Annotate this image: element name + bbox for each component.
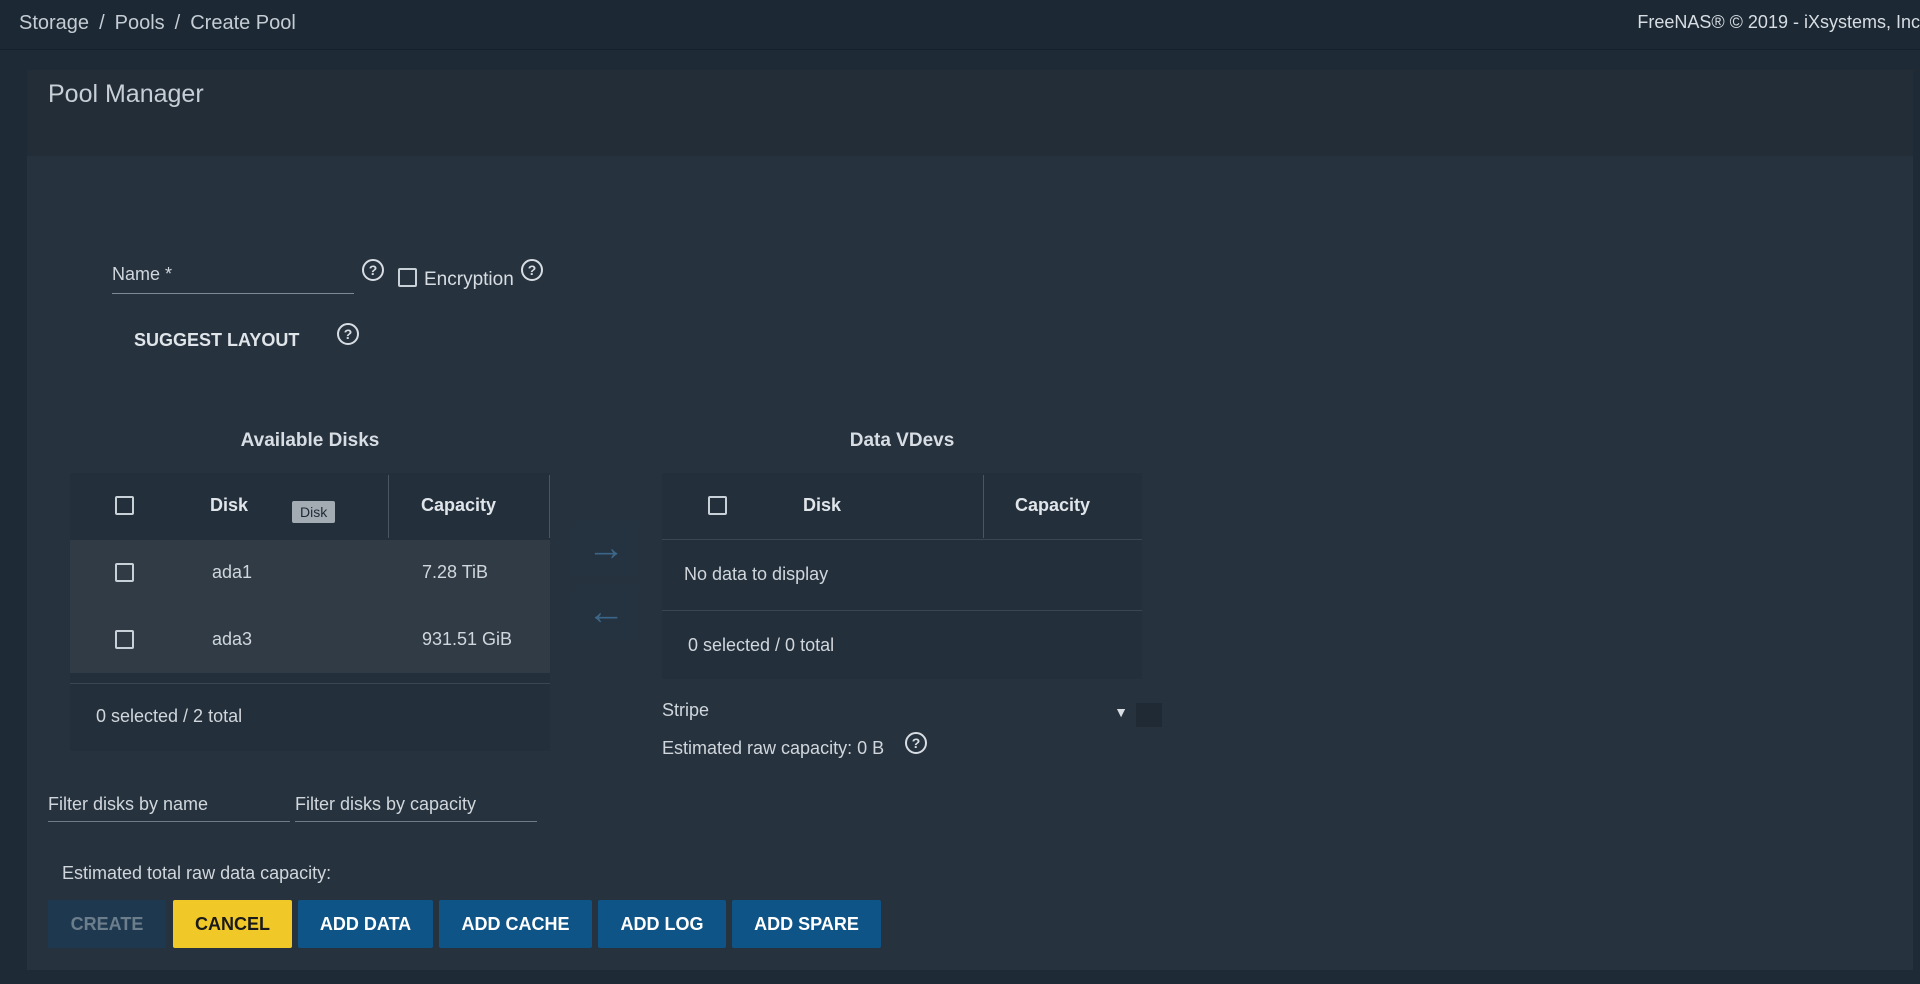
select-all-checkbox[interactable] [115,496,134,515]
available-disks-heading: Available Disks [240,430,380,451]
breadcrumb-separator: / [174,12,181,34]
disk-name: ada1 [212,562,253,582]
help-circle-icon[interactable]: ? [905,732,927,754]
breadcrumb-storage[interactable]: Storage [19,12,89,35]
add-data-button[interactable]: ADD DATA [298,900,433,948]
breadcrumb-pools[interactable]: Pools [115,12,165,35]
filter-disks-by-capacity-input[interactable]: Filter disks by capacity [295,790,537,822]
column-divider [549,475,550,538]
table-row[interactable]: ada1 7.28 TiB [70,540,550,606]
add-spare-button[interactable]: ADD SPARE [732,900,881,948]
divider [662,539,1142,540]
disk-capacity: 7.28 TiB [422,562,489,582]
vdev-layout-select[interactable]: Stripe ▼ [662,700,1128,730]
encryption-checkbox[interactable] [398,268,417,287]
divider [662,610,1142,611]
column-header-capacity[interactable]: Capacity [1015,495,1090,516]
divider [70,683,550,684]
empty-table-message: No data to display [684,564,829,584]
row-checkbox[interactable] [115,563,134,582]
disk-capacity: 931.51 GiB [422,629,513,649]
cancel-button[interactable]: CANCEL [173,900,292,948]
filter-capacity-placeholder: Filter disks by capacity [295,794,477,814]
help-circle-icon[interactable]: ? [362,259,384,281]
column-header-capacity[interactable]: Capacity [421,495,496,516]
column-header-disk[interactable]: Disk [803,495,841,516]
pool-name-label: Name * [112,264,173,284]
column-header-disk[interactable]: Disk [210,495,248,516]
disk-tooltip: Disk [292,501,336,523]
vdev-layout-value: Stripe [662,700,710,720]
row-checkbox[interactable] [115,630,134,649]
remove-vdev-button[interactable] [1136,703,1162,727]
caret-down-icon: ▼ [1114,704,1128,720]
add-cache-button[interactable]: ADD CACHE [439,900,592,948]
help-circle-icon[interactable]: ? [521,259,543,281]
create-button[interactable]: CREATE [48,900,166,948]
filter-disks-by-name-input[interactable]: Filter disks by name [48,790,290,822]
page-title: Pool Manager [48,80,204,108]
arrow-left-icon[interactable]: ← [574,585,638,641]
select-all-checkbox[interactable] [708,496,727,515]
estimated-total-capacity: Estimated total raw data capacity: [62,863,332,883]
help-circle-icon[interactable]: ? [337,323,359,345]
pool-name-input[interactable]: Name * [112,264,354,294]
breadcrumb-create-pool: Create Pool [190,12,296,34]
disk-name: ada3 [212,629,253,649]
top-bar: Storage / Pools / Create Pool FreeNAS® ©… [0,0,1920,50]
column-divider[interactable] [388,475,389,538]
table-row[interactable]: ada3 931.51 GiB [70,607,550,673]
available-disks-footer: 0 selected / 2 total [96,706,243,726]
data-vdevs-footer: 0 selected / 0 total [688,635,835,655]
copyright-text: FreeNAS® © 2019 - iXsystems, Inc [1637,12,1920,32]
card-header: Pool Manager [27,70,1913,156]
add-log-button[interactable]: ADD LOG [598,900,726,948]
filter-name-placeholder: Filter disks by name [48,794,209,814]
data-vdevs-heading: Data VDevs [849,430,955,451]
suggest-layout-button[interactable]: SUGGEST LAYOUT [134,330,299,351]
breadcrumb: Storage / Pools / Create Pool [19,12,296,35]
estimated-raw-capacity: Estimated raw capacity: 0 B [662,738,885,758]
breadcrumb-separator: / [99,12,105,34]
arrow-right-icon[interactable]: → [574,521,638,577]
column-divider[interactable] [983,475,984,538]
encryption-label: Encryption [424,269,514,290]
